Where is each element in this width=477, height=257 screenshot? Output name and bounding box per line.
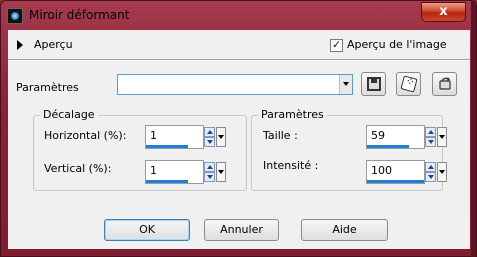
expand-preview-icon[interactable] [17, 40, 23, 50]
spin-down-icon[interactable] [425, 172, 436, 182]
window-edge [471, 1, 476, 257]
randomize-button[interactable] [396, 72, 421, 96]
titlebar[interactable]: Miroir déformant x [1, 1, 477, 30]
presets-label: Paramètres [16, 81, 79, 94]
parameters-group: Paramètres Taille : 59 Intensité : 100 [251, 108, 447, 191]
vertical-slider-bar[interactable] [146, 180, 188, 183]
intensity-spinner[interactable]: 100 [366, 160, 449, 186]
intensity-stepper[interactable] [425, 162, 436, 182]
size-menu-button[interactable] [437, 127, 447, 147]
horizontal-spinner[interactable]: 1 [145, 125, 228, 151]
vertical-menu-button[interactable] [216, 162, 226, 182]
close-button[interactable]: x [421, 2, 466, 22]
size-slider-bar[interactable] [367, 145, 409, 148]
spin-down-icon[interactable] [204, 137, 215, 147]
presets-dropdown[interactable] [117, 74, 353, 95]
offset-group: Décalage Horizontal (%): 1 Vertical (%):… [33, 108, 247, 191]
ok-button[interactable]: OK [104, 219, 190, 241]
window-title: Miroir déformant [29, 8, 130, 22]
horizontal-slider-bar[interactable] [146, 145, 188, 148]
chevron-down-icon[interactable] [339, 75, 352, 94]
dialog-window: Miroir déformant x Aperçu Aperçu de l'im… [0, 0, 477, 257]
image-preview-checkbox[interactable] [330, 38, 343, 52]
separator-highlight [8, 60, 470, 61]
cancel-button[interactable]: Annuler [204, 219, 279, 241]
image-preview-label[interactable]: Aperçu de l'image [347, 38, 447, 51]
vertical-stepper[interactable] [204, 162, 215, 182]
app-icon [7, 8, 23, 24]
reset-icon [439, 77, 451, 90]
spin-up-icon[interactable] [204, 127, 215, 137]
vertical-label: Vertical (%): [44, 162, 112, 175]
help-button[interactable]: Aide [301, 219, 388, 241]
vertical-spinner[interactable]: 1 [145, 160, 228, 186]
preview-toggle-label[interactable]: Aperçu [34, 38, 73, 51]
save-preset-button[interactable] [361, 72, 386, 96]
size-spinner[interactable]: 59 [366, 125, 449, 151]
horizontal-menu-button[interactable] [216, 127, 226, 147]
horizontal-label: Horizontal (%): [44, 129, 127, 142]
horizontal-stepper[interactable] [204, 127, 215, 147]
size-stepper[interactable] [425, 127, 436, 147]
intensity-menu-button[interactable] [437, 162, 447, 182]
reset-button[interactable] [432, 72, 457, 96]
size-label: Taille : [263, 129, 298, 142]
randomize-icon [400, 75, 418, 93]
dialog-client-area: Aperçu Aperçu de l'image Paramètres Déca… [8, 30, 470, 249]
spin-down-icon[interactable] [204, 172, 215, 182]
intensity-label: Intensité : [263, 159, 319, 172]
spin-up-icon[interactable] [204, 162, 215, 172]
spin-down-icon[interactable] [425, 137, 436, 147]
spin-up-icon[interactable] [425, 127, 436, 137]
preview-row: Aperçu Aperçu de l'image [8, 30, 470, 58]
offset-group-title: Décalage [40, 108, 98, 121]
spin-up-icon[interactable] [425, 162, 436, 172]
save-icon [367, 77, 381, 91]
parameters-group-title: Paramètres [258, 108, 327, 121]
intensity-slider-bar[interactable] [367, 180, 424, 183]
